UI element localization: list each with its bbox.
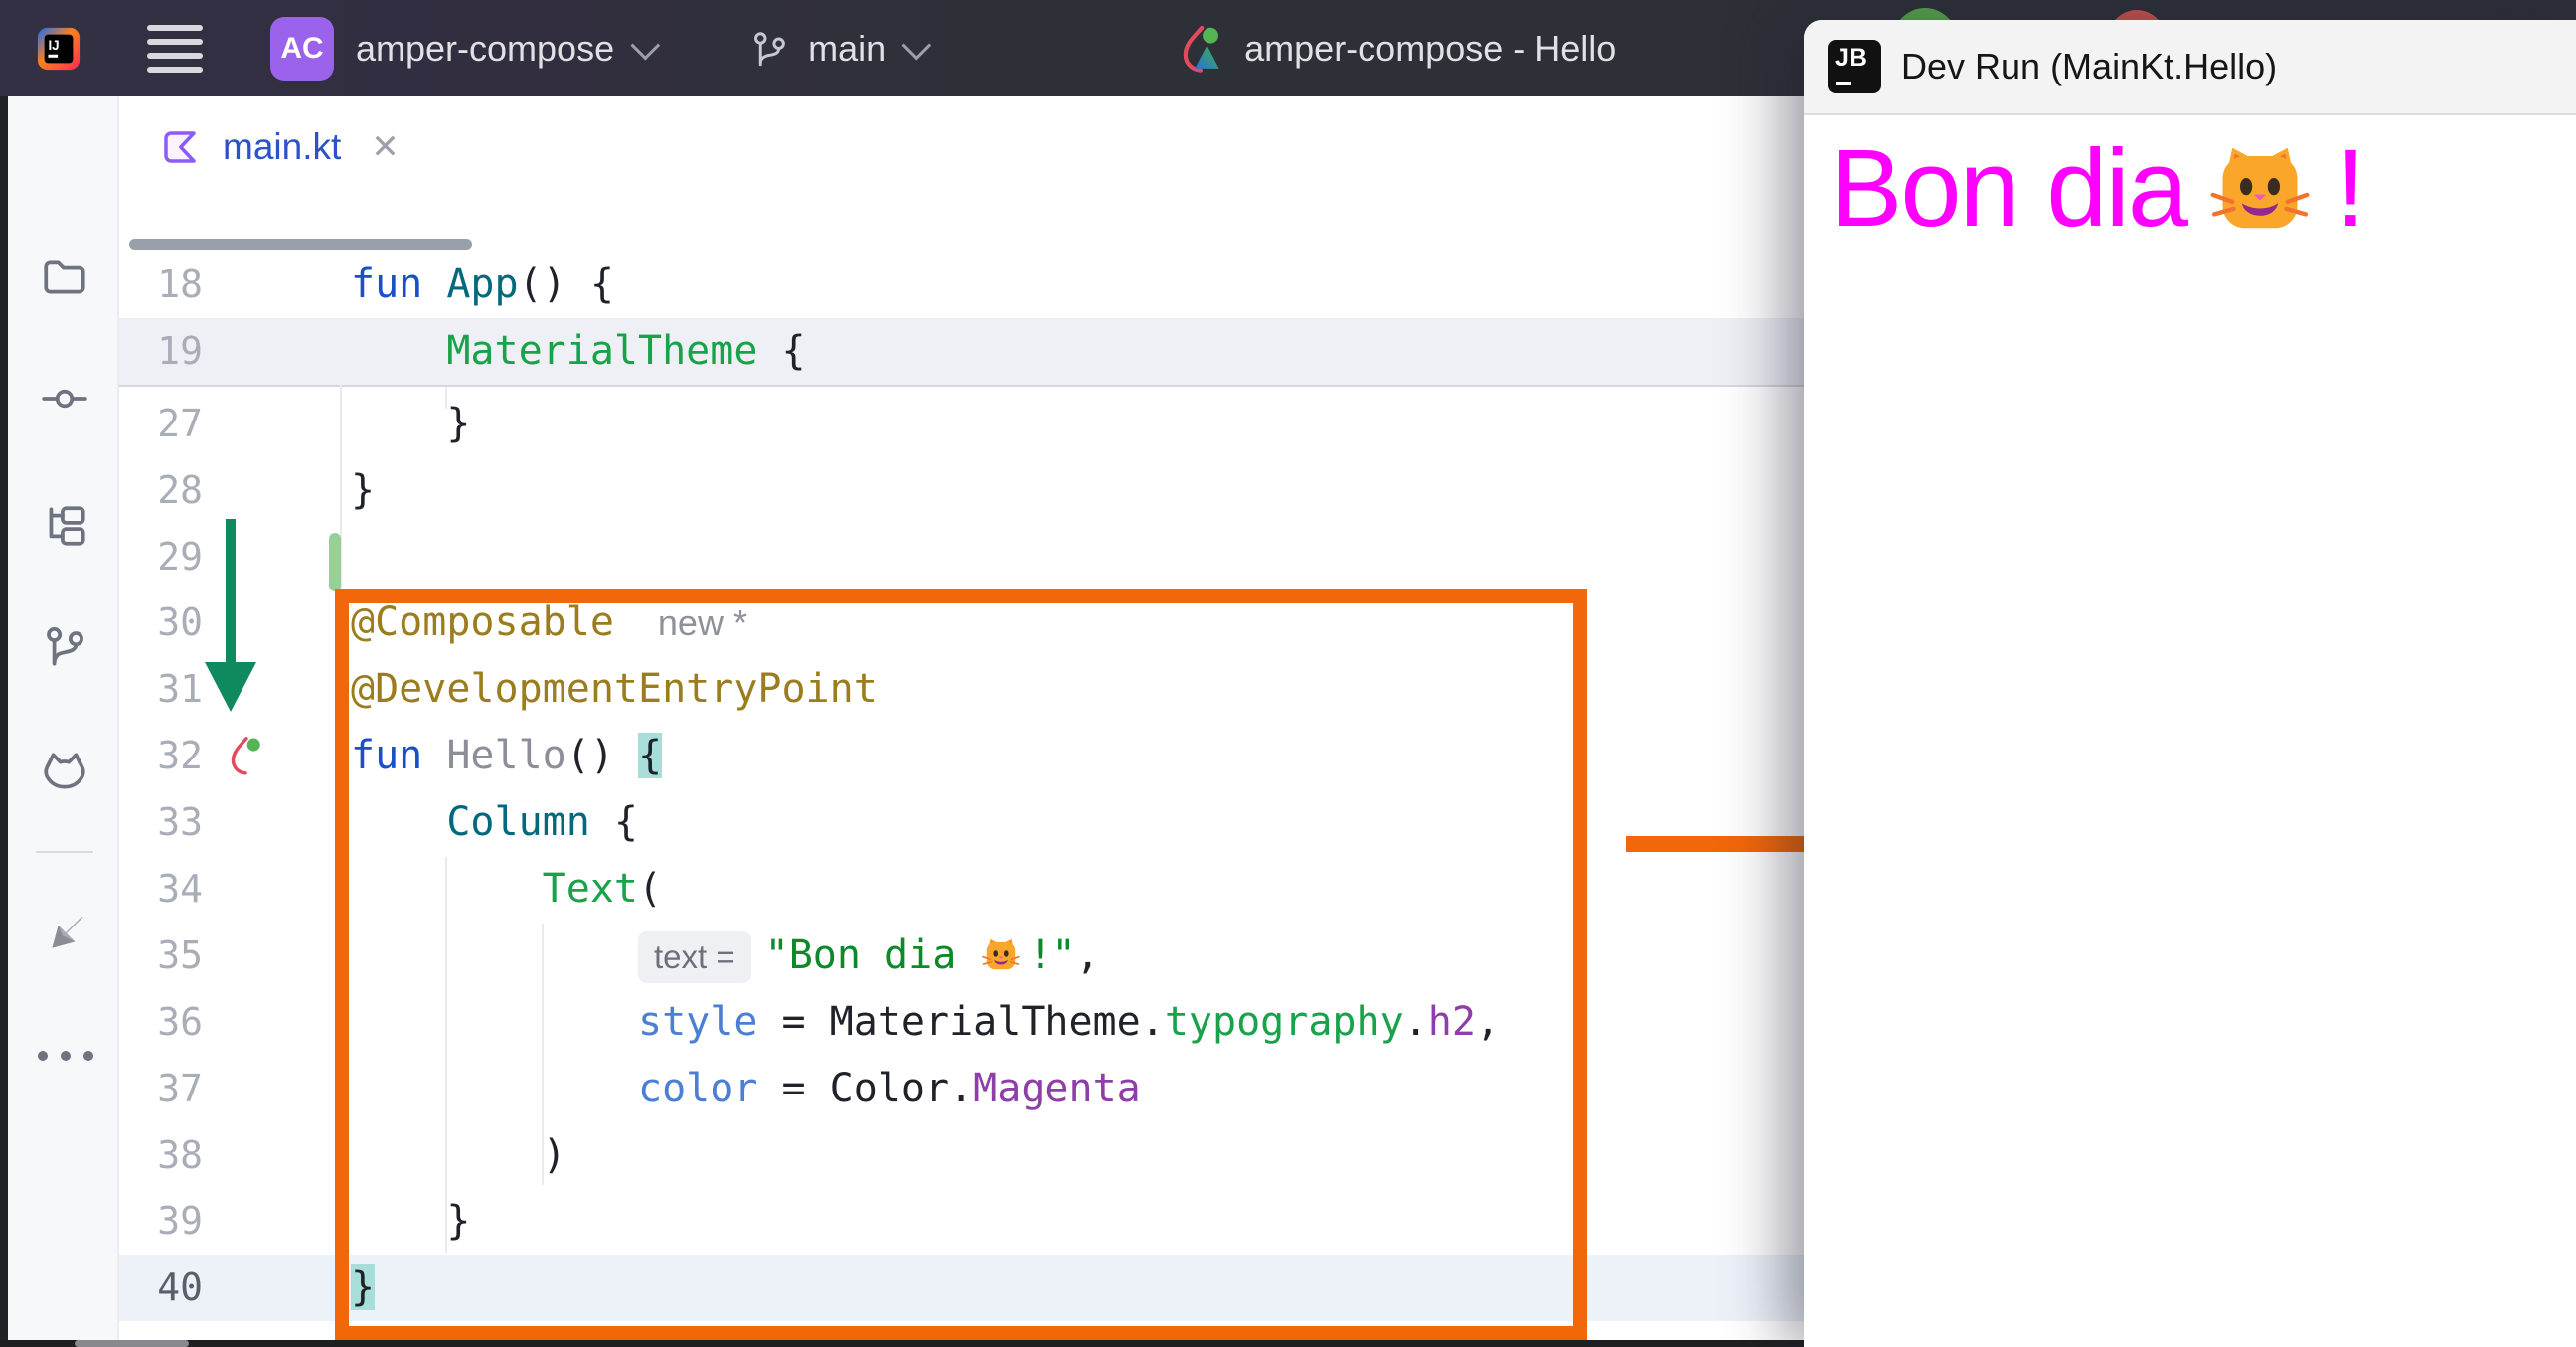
- stripe-divider: [36, 851, 93, 853]
- line-number: 35: [119, 923, 340, 989]
- structure-icon[interactable]: [40, 501, 89, 551]
- line-number: 37: [119, 1056, 340, 1122]
- svg-text:IJ: IJ: [48, 37, 59, 52]
- cat-emoji: [2210, 138, 2310, 238]
- branch-name: main: [808, 28, 886, 70]
- run-gutter-icon[interactable]: [223, 733, 268, 778]
- line-number: 18: [119, 252, 340, 318]
- kotlin-file-icon: [159, 126, 201, 168]
- project-widget[interactable]: AC amper-compose: [270, 17, 653, 81]
- run-config-name: amper-compose - Hello: [1244, 28, 1616, 70]
- gitlab-icon[interactable]: [40, 746, 89, 795]
- amper-icon[interactable]: [40, 909, 89, 958]
- indent-guide: [542, 924, 544, 1185]
- window-bottom-edge: [0, 1340, 1804, 1347]
- compose-run-config-icon: [1173, 21, 1228, 77]
- run-configuration-widget[interactable]: amper-compose - Hello: [1173, 21, 1616, 77]
- compose-output-text: Bon dia !: [1804, 115, 2576, 252]
- project-avatar: AC: [270, 17, 334, 81]
- line-number: 34: [119, 856, 340, 923]
- pull-requests-icon[interactable]: [40, 622, 89, 672]
- output-text-before: Bon dia: [1830, 127, 2186, 250]
- gutter-separator: [340, 385, 342, 1340]
- line-number: 32: [119, 723, 340, 789]
- bottom-scrollbar[interactable]: [75, 1340, 189, 1347]
- dev-run-window: JB Dev Run (MainKt.Hello) Bon dia !: [1804, 20, 2576, 1347]
- jetbrains-icon: JB: [1828, 40, 1881, 93]
- tab-scrollbar-thumb[interactable]: [129, 239, 472, 250]
- output-text-after: !: [2335, 127, 2364, 250]
- commit-icon[interactable]: [40, 374, 89, 423]
- chevron-down-icon: [631, 31, 661, 61]
- git-branch-icon: [748, 28, 790, 70]
- indent-guide: [445, 857, 447, 1253]
- line-number: 28: [119, 457, 340, 524]
- ide-window: IJ AC amper-compose main am: [0, 0, 2576, 1347]
- line-number: 31: [119, 656, 340, 723]
- line-number: 39: [119, 1188, 340, 1255]
- chevron-down-icon: [902, 31, 932, 61]
- line-number: 36: [119, 989, 340, 1056]
- cat-emoji: [982, 935, 1020, 973]
- more-tool-windows-icon[interactable]: [38, 1051, 93, 1061]
- line-number: 33: [119, 789, 340, 856]
- line-number: 38: [119, 1122, 340, 1189]
- tab-main-kt[interactable]: main.kt ✕: [159, 126, 400, 168]
- tab-label: main.kt: [223, 126, 341, 168]
- line-number: 27: [119, 391, 340, 457]
- project-name: amper-compose: [356, 28, 614, 70]
- line-number: 29: [119, 524, 340, 590]
- tool-window-stripe: [8, 96, 119, 1340]
- dev-run-title: Dev Run (MainKt.Hello): [1901, 46, 2277, 87]
- line-number: 40: [119, 1255, 340, 1321]
- dev-run-titlebar[interactable]: JB Dev Run (MainKt.Hello): [1804, 20, 2576, 115]
- line-number: 19: [119, 318, 340, 385]
- vcs-change-bar: [329, 533, 341, 591]
- hamburger-menu-icon[interactable]: [147, 25, 203, 73]
- vcs-widget[interactable]: main: [748, 28, 924, 70]
- indent-guide: [445, 387, 447, 409]
- close-icon[interactable]: ✕: [371, 127, 400, 167]
- project-folder-icon[interactable]: [40, 253, 89, 302]
- window-left-edge: [0, 96, 8, 1347]
- line-number: 30: [119, 589, 340, 656]
- intellij-logo-icon[interactable]: IJ: [36, 26, 81, 72]
